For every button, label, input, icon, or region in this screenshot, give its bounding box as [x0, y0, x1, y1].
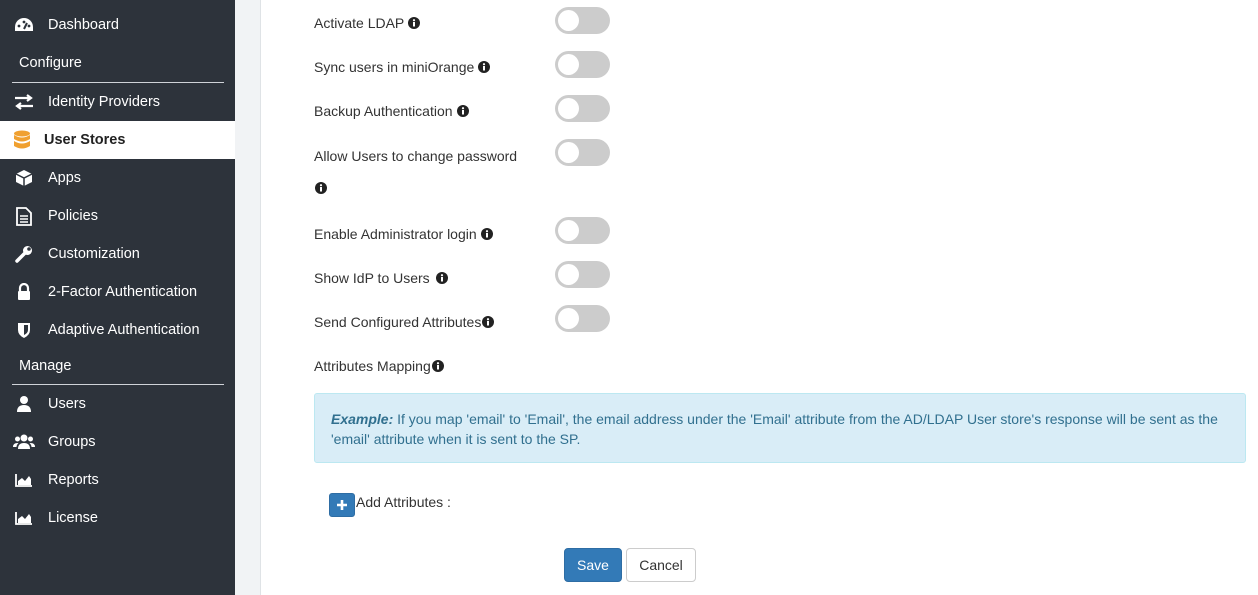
example-title: Example:: [331, 411, 394, 427]
sidebar-item-apps[interactable]: Apps: [0, 159, 235, 197]
cube-icon: [13, 167, 35, 189]
sidebar-item-adaptive-authentication[interactable]: Adaptive Authentication: [0, 311, 235, 349]
sidebar-item-dashboard[interactable]: Dashboard: [0, 6, 235, 44]
exchange-icon: [13, 91, 35, 113]
toggle-show-idp[interactable]: [555, 261, 610, 288]
add-attributes-button[interactable]: [329, 493, 355, 517]
sidebar-item-identity-providers[interactable]: Identity Providers: [0, 83, 235, 121]
info-icon[interactable]: [431, 360, 444, 372]
user-icon: [13, 393, 35, 415]
setting-label-allow-change-password: Allow Users to change password: [314, 148, 517, 164]
sidebar-item-label: Apps: [48, 170, 82, 186]
setting-label-text: Activate LDAP: [314, 15, 405, 31]
toggle-knob: [558, 308, 579, 329]
sidebar-item-groups[interactable]: Groups: [0, 423, 235, 461]
setting-label-activate-ldap: Activate LDAP: [314, 15, 421, 31]
info-icon[interactable]: [482, 316, 495, 328]
toggle-send-configured-attributes[interactable]: [555, 305, 610, 332]
attributes-mapping-label: Attributes Mapping: [314, 358, 444, 374]
sidebar-item-label: Groups: [48, 434, 96, 450]
sidebar-item-customization[interactable]: Customization: [0, 235, 235, 273]
setting-label-text: Enable Administrator login: [314, 226, 477, 242]
lock-icon: [13, 281, 35, 303]
setting-label-sync-users: Sync users in miniOrange: [314, 59, 491, 75]
save-button[interactable]: Save: [564, 548, 622, 582]
sidebar-item-label: Policies: [48, 208, 98, 224]
section-manage: Manage: [19, 358, 72, 374]
sidebar-item-label: Customization: [48, 246, 140, 262]
setting-label-show-idp: Show IdP to Users: [314, 270, 448, 286]
sidebar-item-label: License: [48, 510, 98, 526]
database-icon: [11, 129, 33, 151]
toggle-activate-ldap[interactable]: [555, 7, 610, 34]
area-chart-icon: [13, 469, 35, 491]
example-info-box: Example: If you map 'email' to 'Email', …: [314, 393, 1246, 463]
setting-label-send-configured-attributes: Send Configured Attributes: [314, 314, 495, 330]
wrench-icon: [13, 243, 35, 265]
toggle-knob: [558, 264, 579, 285]
setting-label-text: Show IdP to Users: [314, 270, 430, 286]
example-text: If you map 'email' to 'Email', the email…: [331, 411, 1218, 447]
toggle-knob: [558, 220, 579, 241]
info-icon[interactable]: [435, 272, 448, 284]
toggle-enable-admin-login[interactable]: [555, 217, 610, 244]
toggle-sync-users[interactable]: [555, 51, 610, 78]
setting-label-text: Backup Authentication: [314, 103, 453, 119]
info-icon[interactable]: [456, 105, 469, 117]
toggle-allow-change-password[interactable]: [555, 139, 610, 166]
setting-label-backup-authentication: Backup Authentication: [314, 103, 469, 119]
sidebar: Dashboard Configure Identity Providers U…: [0, 0, 235, 595]
setting-label-text: Send Configured Attributes: [314, 314, 482, 330]
users-icon: [13, 431, 35, 453]
sidebar-item-label: Dashboard: [48, 17, 119, 33]
cancel-button[interactable]: Cancel: [626, 548, 696, 582]
sidebar-item-label: Users: [48, 396, 86, 412]
dashboard-icon: [13, 14, 35, 36]
shield-icon: [13, 319, 35, 341]
content-gutter: [235, 0, 261, 595]
sidebar-item-2-factor-authentication[interactable]: 2-Factor Authentication: [0, 273, 235, 311]
sidebar-item-user-stores[interactable]: User Stores: [0, 121, 235, 159]
sidebar-item-label: Identity Providers: [48, 94, 161, 110]
info-icon[interactable]: [480, 228, 493, 240]
toggle-knob: [558, 142, 579, 163]
document-icon: [13, 205, 35, 227]
setting-label-text: Allow Users to change password: [314, 148, 518, 164]
sidebar-item-label: 2-Factor Authentication: [48, 284, 198, 300]
sidebar-item-reports[interactable]: Reports: [0, 461, 235, 499]
sidebar-item-label: Reports: [48, 472, 99, 488]
toggle-backup-authentication[interactable]: [555, 95, 610, 122]
area-chart-icon: [13, 507, 35, 529]
info-icon[interactable]: [315, 182, 327, 194]
info-icon[interactable]: [408, 17, 421, 29]
toggle-knob: [558, 10, 579, 31]
info-icon[interactable]: [478, 61, 491, 73]
section-configure: Configure: [19, 55, 82, 71]
sidebar-item-policies[interactable]: Policies: [0, 197, 235, 235]
setting-label-text: Sync users in miniOrange: [314, 59, 475, 75]
plus-icon: [337, 500, 347, 510]
toggle-knob: [558, 98, 579, 119]
sidebar-item-label: User Stores: [44, 132, 126, 148]
add-attributes-label: Add Attributes :: [356, 494, 451, 510]
setting-label-enable-admin-login: Enable Administrator login: [314, 226, 493, 242]
section-heading-text: Attributes Mapping: [314, 358, 431, 374]
sidebar-item-license[interactable]: License: [0, 499, 235, 537]
toggle-knob: [558, 54, 579, 75]
sidebar-item-users[interactable]: Users: [0, 385, 235, 423]
sidebar-item-label: Adaptive Authentication: [48, 322, 200, 338]
